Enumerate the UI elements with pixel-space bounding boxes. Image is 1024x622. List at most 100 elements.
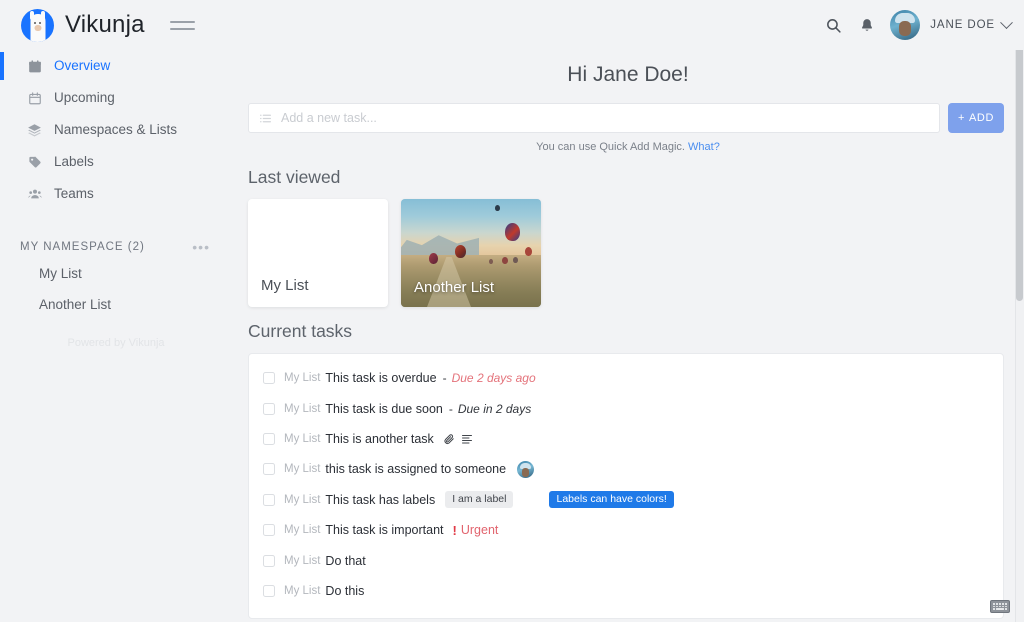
task-row[interactable]: My List This task is overdue - Due 2 day… [249, 363, 1003, 393]
namespace-header: MY NAMESPACE (2) ••• [0, 236, 232, 258]
task-list-name: My List [284, 524, 321, 537]
list-label: My List [39, 266, 82, 281]
sidebar-item-label: Labels [54, 154, 94, 170]
task-list-icon [259, 112, 272, 125]
sidebar-item-overview[interactable]: Overview [0, 50, 232, 82]
last-viewed-cards: My List Another List [248, 199, 1024, 307]
sidebar-item-namespaces-lists[interactable]: Namespaces & Lists [0, 114, 232, 146]
balloon-icon [455, 245, 466, 258]
quick-add-hint-link[interactable]: What? [688, 141, 720, 153]
brand-logo[interactable]: Vikunja [21, 8, 145, 42]
task-due-separator: - [442, 371, 447, 386]
sidebar-item-label: Overview [54, 58, 111, 74]
add-button-label: ADD [969, 112, 995, 124]
task-row[interactable]: My List This is another task [249, 424, 1003, 454]
user-avatar[interactable] [890, 10, 921, 40]
task-due-date: Due in 2 days [457, 401, 532, 416]
plus-icon: + [957, 112, 965, 124]
task-row[interactable]: My List Do this [249, 576, 1003, 606]
quick-add-row: Add a new task... + ADD [248, 103, 1004, 133]
assignee-avatar [517, 460, 535, 478]
task-due-separator: - [448, 401, 453, 416]
sidebar-item-teams[interactable]: Teams [0, 178, 232, 210]
sidebar-list-another-list[interactable]: Another List [0, 289, 232, 320]
paperclip-icon [443, 433, 455, 445]
bell-icon[interactable] [850, 8, 884, 42]
sidebar: Overview Upcoming Namespaces & Lists Lab… [0, 50, 232, 622]
ellipsis-icon[interactable]: ••• [192, 240, 210, 254]
tag-icon [26, 154, 43, 171]
namespace-title: MY NAMESPACE (2) [20, 241, 145, 253]
balloon-icon [513, 257, 518, 263]
page-title: Hi Jane Doe! [567, 63, 689, 86]
sidebar-item-labels[interactable]: Labels [0, 146, 232, 178]
top-bar: Vikunja JANE DOE [0, 0, 1024, 50]
new-task-input[interactable]: Add a new task... [248, 103, 940, 133]
task-checkbox[interactable] [263, 432, 275, 445]
vikunja-app: Vikunja JANE DOE Overview Upcoming Names… [0, 0, 1024, 622]
task-row[interactable]: My List Do that [249, 545, 1003, 575]
task-row[interactable]: My List This task has labels I am a labe… [249, 485, 1003, 515]
task-checkbox[interactable] [263, 524, 275, 537]
add-task-button[interactable]: + ADD [948, 103, 1004, 133]
calendar-filled-icon [26, 58, 43, 75]
brand-name: Vikunja [65, 11, 145, 38]
users-icon [26, 186, 43, 203]
chevron-down-icon[interactable] [1000, 15, 1013, 29]
task-list-name: My List [284, 402, 321, 415]
sidebar-footer: Powered by Vikunja [67, 337, 165, 349]
calendar-outline-icon [26, 90, 43, 107]
task-checkbox[interactable] [263, 493, 275, 506]
priority-label: Urgent [460, 523, 499, 538]
sidebar-item-label: Teams [54, 186, 94, 202]
sidebar-item-label: Namespaces & Lists [54, 122, 178, 138]
task-checkbox[interactable] [263, 554, 275, 567]
description-icon [461, 433, 473, 445]
list-card-title: My List [261, 277, 309, 294]
sidebar-item-upcoming[interactable]: Upcoming [0, 82, 232, 114]
keyboard-icon[interactable] [990, 600, 1010, 613]
balloon-icon [489, 259, 493, 264]
list-label: Another List [39, 297, 112, 312]
task-title: Do that [325, 553, 366, 568]
quick-add-hint: You can use Quick Add Magic. What? [232, 141, 1024, 153]
task-checkbox[interactable] [263, 372, 275, 385]
hamburger-menu-icon[interactable] [169, 16, 195, 34]
task-checkbox[interactable] [263, 584, 275, 597]
balloon-icon [502, 257, 508, 264]
task-title: this task is assigned to someone [325, 462, 507, 477]
list-card-another-list[interactable]: Another List [401, 199, 541, 307]
task-title: This task is overdue [325, 371, 437, 386]
balloon-icon [495, 205, 500, 211]
task-list-name: My List [284, 372, 321, 385]
list-card-my-list[interactable]: My List [248, 199, 388, 307]
task-checkbox[interactable] [263, 402, 275, 415]
layers-icon [26, 122, 43, 139]
main-content: Hi Jane Doe! Add a new task... + ADD You… [232, 50, 1024, 622]
user-name-label: JANE DOE [930, 19, 995, 31]
list-card-title: Another List [414, 279, 495, 296]
task-row[interactable]: My List This task is due soon - Due in 2… [249, 393, 1003, 423]
balloon-icon [429, 253, 438, 264]
task-title: Do this [325, 583, 365, 598]
task-row[interactable]: My List this task is assigned to someone [249, 454, 1003, 484]
task-row[interactable]: My List This task is important ! Urgent [249, 515, 1003, 545]
sidebar-list-my-list[interactable]: My List [0, 258, 232, 289]
task-list-name: My List [284, 554, 321, 567]
task-list-name: My List [284, 493, 321, 506]
task-label[interactable]: I am a label [445, 491, 514, 509]
current-tasks-title: Current tasks [248, 321, 353, 341]
task-checkbox[interactable] [263, 463, 275, 476]
balloon-icon [505, 223, 520, 241]
current-tasks-panel: My List This task is overdue - Due 2 day… [248, 353, 1004, 619]
task-label[interactable]: Labels can have colors! [549, 491, 674, 509]
search-icon[interactable] [816, 8, 850, 42]
top-bar-actions: JANE DOE [816, 8, 1013, 42]
new-task-placeholder: Add a new task... [281, 111, 377, 125]
last-viewed-title: Last viewed [248, 167, 341, 187]
task-title: This task has labels [325, 492, 436, 507]
balloon-icon [525, 247, 532, 256]
sidebar-item-label: Upcoming [54, 90, 115, 106]
task-due-date: Due 2 days ago [451, 371, 536, 386]
vertical-scrollbar[interactable] [1015, 0, 1024, 622]
